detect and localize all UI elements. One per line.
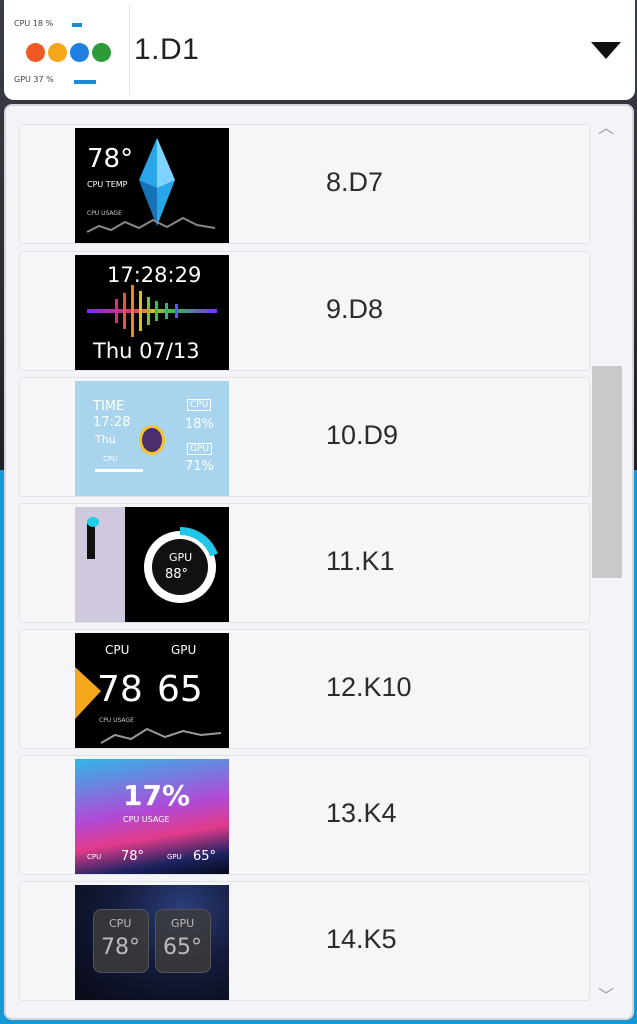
selected-theme-thumbnail: CPU 18 % GPU 37 % xyxy=(8,5,130,95)
thumb-gpu-caption: GPU xyxy=(171,643,197,657)
thumb-time-caption: TIME xyxy=(93,399,125,414)
theme-name: 8.D7 xyxy=(326,167,384,197)
thumb-cpu-value: 78° xyxy=(121,849,145,864)
thumb-ring-caption: GPU xyxy=(169,551,193,564)
list-item-12-k10[interactable]: CPU GPU 78 65 CPU USAGE 12.K10 xyxy=(19,629,590,749)
dropdown-arrow-icon[interactable] xyxy=(591,42,621,59)
scroll-down-icon[interactable]: ﹀ xyxy=(598,989,614,1005)
scroll-up-icon[interactable]: ︿ xyxy=(598,121,614,137)
thumb-gpu-value: 65° xyxy=(163,935,202,960)
theme-name: 13.K4 xyxy=(326,798,397,828)
thumb-cpu-value: 78 xyxy=(97,669,143,710)
theme-thumbnail: 17% CPU USAGE CPU 78° GPU 65° xyxy=(75,759,229,874)
thumb-right-gpu-value: 71% xyxy=(185,459,214,474)
theme-name: 10.D9 xyxy=(326,420,399,450)
list-item-14-k5[interactable]: CPU 78° GPU 65° 14.K5 xyxy=(19,881,590,1001)
selected-theme-label: 1.D1 xyxy=(134,33,200,66)
theme-combobox[interactable]: CPU 18 % GPU 37 % 1.D1 xyxy=(4,0,635,100)
thumb-caption: CPU TEMP xyxy=(87,180,128,189)
thumb-time-value: 17:28 xyxy=(93,415,131,430)
list-item-13-k4[interactable]: 17% CPU USAGE CPU 78° GPU 65° 13.K4 xyxy=(19,755,590,875)
thumb-time: 17:28:29 xyxy=(107,263,202,287)
theme-name: 11.K1 xyxy=(326,546,395,576)
theme-thumbnail: GPU 88° xyxy=(75,507,229,622)
thumb-cpu-line: CPU 18 % xyxy=(14,19,54,28)
thumb-usage-caption: CPU USAGE xyxy=(123,815,170,824)
theme-thumbnail: 78° CPU TEMP CPU USAGE xyxy=(75,128,229,243)
thumb-gpu-caption: GPU xyxy=(167,853,182,861)
thumb-right-cpu: CPU xyxy=(187,399,212,411)
face-icon xyxy=(70,43,89,62)
list-item-11-k1[interactable]: GPU 88° 11.K1 xyxy=(19,503,590,623)
theme-name: 9.D8 xyxy=(326,294,384,324)
thumb-cpu-caption: CPU xyxy=(103,455,118,463)
thumb-day: Thu xyxy=(95,433,116,446)
theme-thumbnail: CPU 78° GPU 65° xyxy=(75,885,229,1000)
theme-thumbnail: TIME 17:28 Thu CPU CPU 18% GPU 71% xyxy=(75,381,229,496)
thumb-usage-value: 17% xyxy=(123,779,191,812)
thumb-small-caption: CPU USAGE xyxy=(87,210,122,217)
thumb-gpu-value: 65° xyxy=(193,849,217,864)
thumb-gpu-caption: GPU xyxy=(171,917,195,930)
theme-name: 12.K10 xyxy=(326,672,412,702)
faces-row xyxy=(26,43,111,62)
thumb-cpu-value: 78° xyxy=(101,935,140,960)
scrollbar-thumb[interactable] xyxy=(592,366,622,578)
thumb-gpu-value: 65 xyxy=(157,669,203,710)
list-item-8-d7[interactable]: 78° CPU TEMP CPU USAGE 8.D7 xyxy=(19,124,590,244)
thumb-temp: 78° xyxy=(87,144,134,174)
thumb-date: Thu 07/13 xyxy=(93,339,200,363)
list-item-9-d8[interactable]: 17:28:29 Thu 07/13 9.D8 xyxy=(19,251,590,371)
face-icon xyxy=(48,43,67,62)
thumb-small-caption: CPU USAGE xyxy=(99,717,134,724)
bee-icon xyxy=(139,425,165,455)
thumb-cpu-caption: CPU xyxy=(105,643,130,657)
theme-dropdown-list[interactable]: 78° CPU TEMP CPU USAGE 8.D7 17:28:29 Thu… xyxy=(4,104,634,1020)
face-icon xyxy=(92,43,111,62)
thumb-right-cpu-value: 18% xyxy=(185,417,214,432)
thumb-cpu-caption: CPU xyxy=(109,917,132,930)
thumb-cpu-caption: CPU xyxy=(87,853,102,861)
thumb-right-gpu: GPU xyxy=(187,443,212,455)
face-icon xyxy=(26,43,45,62)
thumb-ring-value: 88° xyxy=(165,567,189,582)
theme-thumbnail: 17:28:29 Thu 07/13 xyxy=(75,255,229,370)
theme-thumbnail: CPU GPU 78 65 CPU USAGE xyxy=(75,633,229,748)
thumb-gpu-line: GPU 37 % xyxy=(14,75,54,84)
theme-name: 14.K5 xyxy=(326,924,397,954)
vertical-scrollbar[interactable]: ︿ ﹀ xyxy=(590,118,622,1008)
list-item-10-d9[interactable]: TIME 17:28 Thu CPU CPU 18% GPU 71% 10.D9 xyxy=(19,377,590,497)
